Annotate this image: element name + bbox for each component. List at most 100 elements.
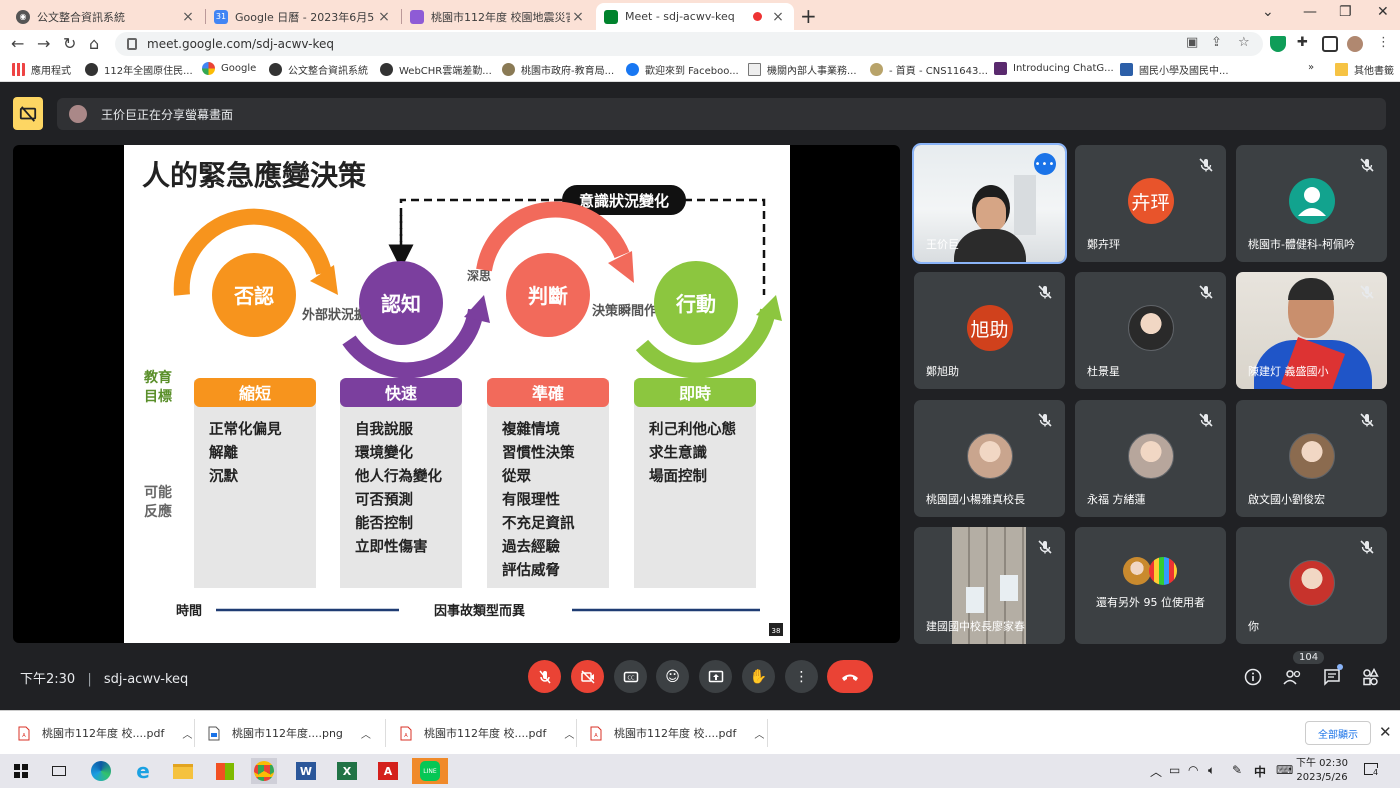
restore-button[interactable]: ❐ [1339, 4, 1352, 20]
chevron-up-icon[interactable]: ︿ [182, 726, 192, 741]
tray-chevron-icon[interactable]: ︿ [1150, 763, 1162, 780]
tab-search-icon[interactable]: ⌄ [1262, 4, 1274, 20]
meeting-details-button[interactable] [1242, 666, 1264, 688]
participant-tile[interactable]: 啟文國小劉俊宏 [1236, 400, 1387, 517]
tab-document-system[interactable]: ◉ 公文整合資訊系統 × [8, 3, 204, 30]
bookmark-item[interactable]: Introducing ChatG... [994, 62, 1114, 75]
taskbar-edge[interactable] [88, 758, 114, 784]
camera-off-button[interactable] [571, 660, 604, 693]
raise-hand-button[interactable]: ✋ [742, 660, 775, 693]
close-tab-icon[interactable]: × [376, 9, 392, 25]
bookmark-star-icon[interactable]: ☆ [1238, 35, 1250, 50]
slide-graphic: 人的緊急應變決策 意識狀況變化 否認 外部狀況擴大 認知 深思 判斷 決策瞬間作… [142, 159, 783, 636]
tray-volume-icon[interactable]: 🔈︎ [1208, 763, 1215, 778]
participant-tile[interactable]: 旭助 鄭旭助 [914, 272, 1065, 389]
bookmark-item[interactable]: Google [202, 62, 256, 75]
download-item[interactable]: 桃園市112年度....png ︿ [208, 721, 371, 745]
shield-extension-icon[interactable] [1270, 36, 1286, 52]
chevron-up-icon[interactable]: ︿ [754, 726, 764, 741]
close-shelf-button[interactable]: ✕ [1379, 723, 1392, 741]
bookmark-apps[interactable]: 應用程式 [12, 62, 71, 77]
bookmark-item[interactable]: 機關內部人事業務... [748, 62, 857, 77]
ime-indicator[interactable]: 中 [1254, 763, 1266, 780]
taskbar-ie[interactable]: e [130, 758, 156, 784]
people-button[interactable] [1282, 666, 1304, 688]
notifications-button[interactable]: 4 [1364, 763, 1379, 778]
profile-avatar[interactable] [1347, 36, 1363, 52]
tray-pen-icon[interactable]: ✎ [1232, 763, 1242, 777]
taskbar-excel[interactable]: X [334, 758, 360, 784]
forward-button[interactable]: → [37, 34, 50, 53]
chevron-up-icon[interactable]: ︿ [361, 726, 371, 741]
participant-tile[interactable]: 永福 方緒蓮 [1075, 400, 1226, 517]
show-all-downloads-button[interactable]: 全部顯示 [1305, 721, 1371, 745]
participant-tile[interactable]: 你 [1236, 527, 1387, 644]
taskbar-store[interactable] [212, 758, 238, 784]
close-window-button[interactable]: ✕ [1377, 4, 1389, 20]
camera-icon[interactable]: ▣ [1186, 35, 1198, 50]
bookmarks-overflow-button[interactable]: » [1308, 62, 1314, 73]
emoji-reactions-button[interactable]: ☺ [656, 660, 689, 693]
chrome-icon [254, 761, 274, 781]
tab-earthquake-course[interactable]: 桃園市112年度 校園地震災害防範 × [402, 3, 594, 30]
home-button[interactable]: ⌂ [89, 34, 99, 53]
participant-tile[interactable]: 王价巨 ••• [912, 143, 1067, 264]
taskbar-explorer[interactable] [170, 758, 196, 784]
minimize-button[interactable]: — [1303, 4, 1317, 20]
back-button[interactable]: ← [11, 34, 24, 53]
reload-button[interactable]: ↻ [63, 34, 76, 53]
participant-tile[interactable]: 陳建灯 義盛國小 [1236, 272, 1387, 389]
tray-keyboard-icon[interactable]: ⌨ [1276, 763, 1293, 777]
bookmark-item[interactable]: WebCHR雲端差勤... [380, 62, 492, 77]
more-options-button[interactable]: ⋮ [785, 660, 818, 693]
participant-tile[interactable]: 杜景星 [1075, 272, 1226, 389]
participant-tile[interactable]: 還有另外 95 位使用者 [1075, 527, 1226, 644]
taskbar-chrome[interactable] [251, 758, 277, 784]
bookmark-item[interactable]: 公文整合資訊系統 [269, 62, 368, 77]
participant-tile[interactable]: 桃園市-體健科-柯佩吟 [1236, 145, 1387, 262]
system-clock[interactable]: 下午 02:30 2023/5/26 [1296, 757, 1348, 785]
omnibox[interactable]: meet.google.com/sdj-acwv-keq [115, 32, 1263, 56]
taskbar-acrobat[interactable]: A [375, 758, 401, 784]
participant-photo [1127, 433, 1174, 479]
bookmark-item[interactable]: 桃園市政府-教育局... [502, 62, 614, 77]
present-now-button[interactable] [699, 660, 732, 693]
mic-off-icon [538, 670, 551, 683]
chevron-up-icon[interactable]: ︿ [564, 726, 574, 741]
share-icon[interactable]: ⇪ [1211, 35, 1222, 50]
tab-meet[interactable]: Meet - sdj-acwv-keq × [596, 3, 794, 30]
participant-name: 杜景星 [1087, 365, 1120, 378]
participant-tile[interactable]: 桃園國小楊雅真校長 [914, 400, 1065, 517]
close-tab-icon[interactable]: × [180, 9, 196, 25]
close-tab-icon[interactable]: × [570, 9, 586, 25]
participant-tile[interactable]: 卉玶 鄭卉玶 [1075, 145, 1226, 262]
tray-network-icon[interactable]: ▭ [1169, 763, 1180, 777]
bookmark-item[interactable]: - 首頁 - CNS11643... [870, 62, 988, 77]
start-button[interactable] [8, 758, 34, 784]
task-view-button[interactable] [46, 758, 72, 784]
menu-kebab-icon[interactable]: ⋮ [1377, 35, 1390, 50]
participant-tile[interactable]: 建國國中校長廖家春 [914, 527, 1065, 644]
tile-more-options-button[interactable]: ••• [1034, 153, 1056, 175]
microphone-off-button[interactable] [528, 660, 561, 693]
taskbar-line[interactable]: LINE [412, 758, 448, 784]
tray-wifi-icon[interactable]: ◠ [1188, 763, 1198, 777]
stop-presenting-icon[interactable] [13, 97, 43, 130]
download-item[interactable]: A 桃園市112年度 校....pdf ︿ [400, 721, 574, 745]
download-item[interactable]: A 桃園市112年度 校....pdf ︿ [590, 721, 764, 745]
close-tab-icon[interactable]: × [770, 9, 786, 25]
download-item[interactable]: A 桃園市112年度 校....pdf ︿ [18, 721, 192, 745]
leave-call-button[interactable] [827, 660, 873, 693]
bookmark-item[interactable]: 112年全國原住民... [85, 62, 193, 77]
extensions-puzzle-icon[interactable]: ✚ [1297, 35, 1308, 50]
new-tab-button[interactable]: + [800, 4, 817, 28]
captions-button[interactable]: CC [614, 660, 647, 693]
tab-google-calendar[interactable]: 31 Google 日曆 - 2023年6月5日當週 × [206, 3, 400, 30]
taskbar-word[interactable]: W [293, 758, 319, 784]
bookmark-item[interactable]: 國民小學及國民中... [1120, 62, 1229, 77]
bookmark-item[interactable]: 歡迎來到 Faceboo... [626, 62, 739, 77]
chat-button[interactable] [1321, 664, 1343, 688]
side-panel-icon[interactable] [1322, 36, 1338, 52]
activities-button[interactable] [1360, 666, 1382, 688]
other-bookmarks[interactable]: 其他書籤 [1335, 62, 1394, 77]
